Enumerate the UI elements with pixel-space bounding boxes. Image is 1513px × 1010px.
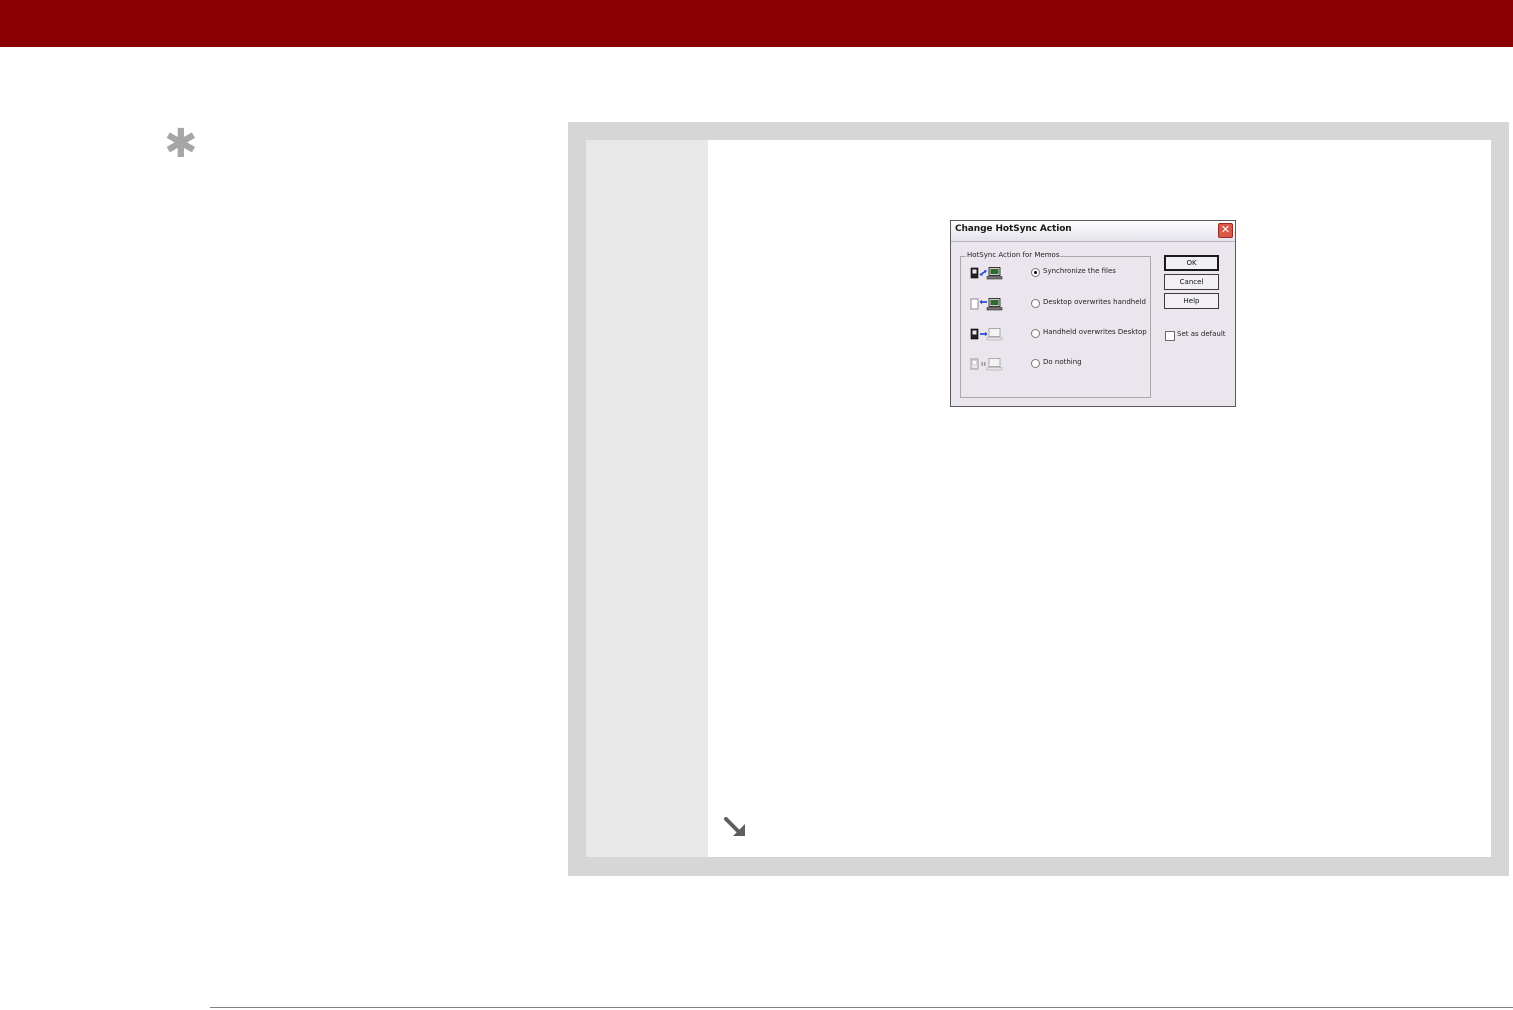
dialog-title: Change HotSync Action bbox=[955, 224, 1072, 234]
radio-do-nothing[interactable] bbox=[1031, 359, 1040, 368]
ok-button[interactable]: OK bbox=[1164, 255, 1219, 271]
step-number-column bbox=[586, 140, 708, 857]
option-label: Desktop overwrites handheld bbox=[1043, 298, 1146, 306]
option-do-nothing[interactable]: Do nothing bbox=[961, 354, 1150, 374]
radio-desktop-overwrites[interactable] bbox=[1031, 299, 1040, 308]
handheld-to-desktop-icon bbox=[970, 328, 1003, 341]
option-label: Do nothing bbox=[1043, 358, 1082, 366]
help-button[interactable]: Help bbox=[1164, 293, 1219, 309]
asterisk-icon: ✱ bbox=[164, 121, 198, 167]
option-desktop-overwrites[interactable]: Desktop overwrites handheld bbox=[961, 294, 1150, 314]
group-label: HotSync Action for Memos bbox=[966, 251, 1061, 259]
option-handheld-overwrites[interactable]: Handheld overwrites Desktop bbox=[961, 324, 1150, 344]
option-label: Handheld overwrites Desktop bbox=[1043, 328, 1147, 336]
dialog-titlebar[interactable]: Change HotSync Action ✕ bbox=[951, 221, 1235, 242]
do-nothing-icon bbox=[970, 358, 1003, 371]
footer-rule bbox=[210, 1007, 1513, 1008]
set-as-default-checkbox[interactable] bbox=[1165, 331, 1175, 341]
continue-arrow-icon bbox=[724, 817, 745, 836]
cancel-button[interactable]: Cancel bbox=[1164, 274, 1219, 290]
change-hotsync-action-dialog: Change HotSync Action ✕ HotSync Action f… bbox=[950, 220, 1236, 407]
close-icon[interactable]: ✕ bbox=[1218, 223, 1233, 238]
hotsync-action-group: HotSync Action for Memos Synchronize the… bbox=[960, 251, 1151, 398]
sync-both-icon bbox=[970, 267, 1003, 280]
header-bar bbox=[0, 0, 1513, 47]
option-label: Synchronize the files bbox=[1043, 267, 1116, 275]
radio-handheld-overwrites[interactable] bbox=[1031, 329, 1040, 338]
set-as-default-label: Set as default bbox=[1177, 330, 1226, 338]
option-synchronize[interactable]: Synchronize the files bbox=[961, 263, 1150, 283]
dialog-body: HotSync Action for Memos Synchronize the… bbox=[951, 242, 1235, 406]
desktop-to-handheld-icon bbox=[970, 298, 1003, 311]
radio-synchronize[interactable] bbox=[1031, 268, 1040, 277]
